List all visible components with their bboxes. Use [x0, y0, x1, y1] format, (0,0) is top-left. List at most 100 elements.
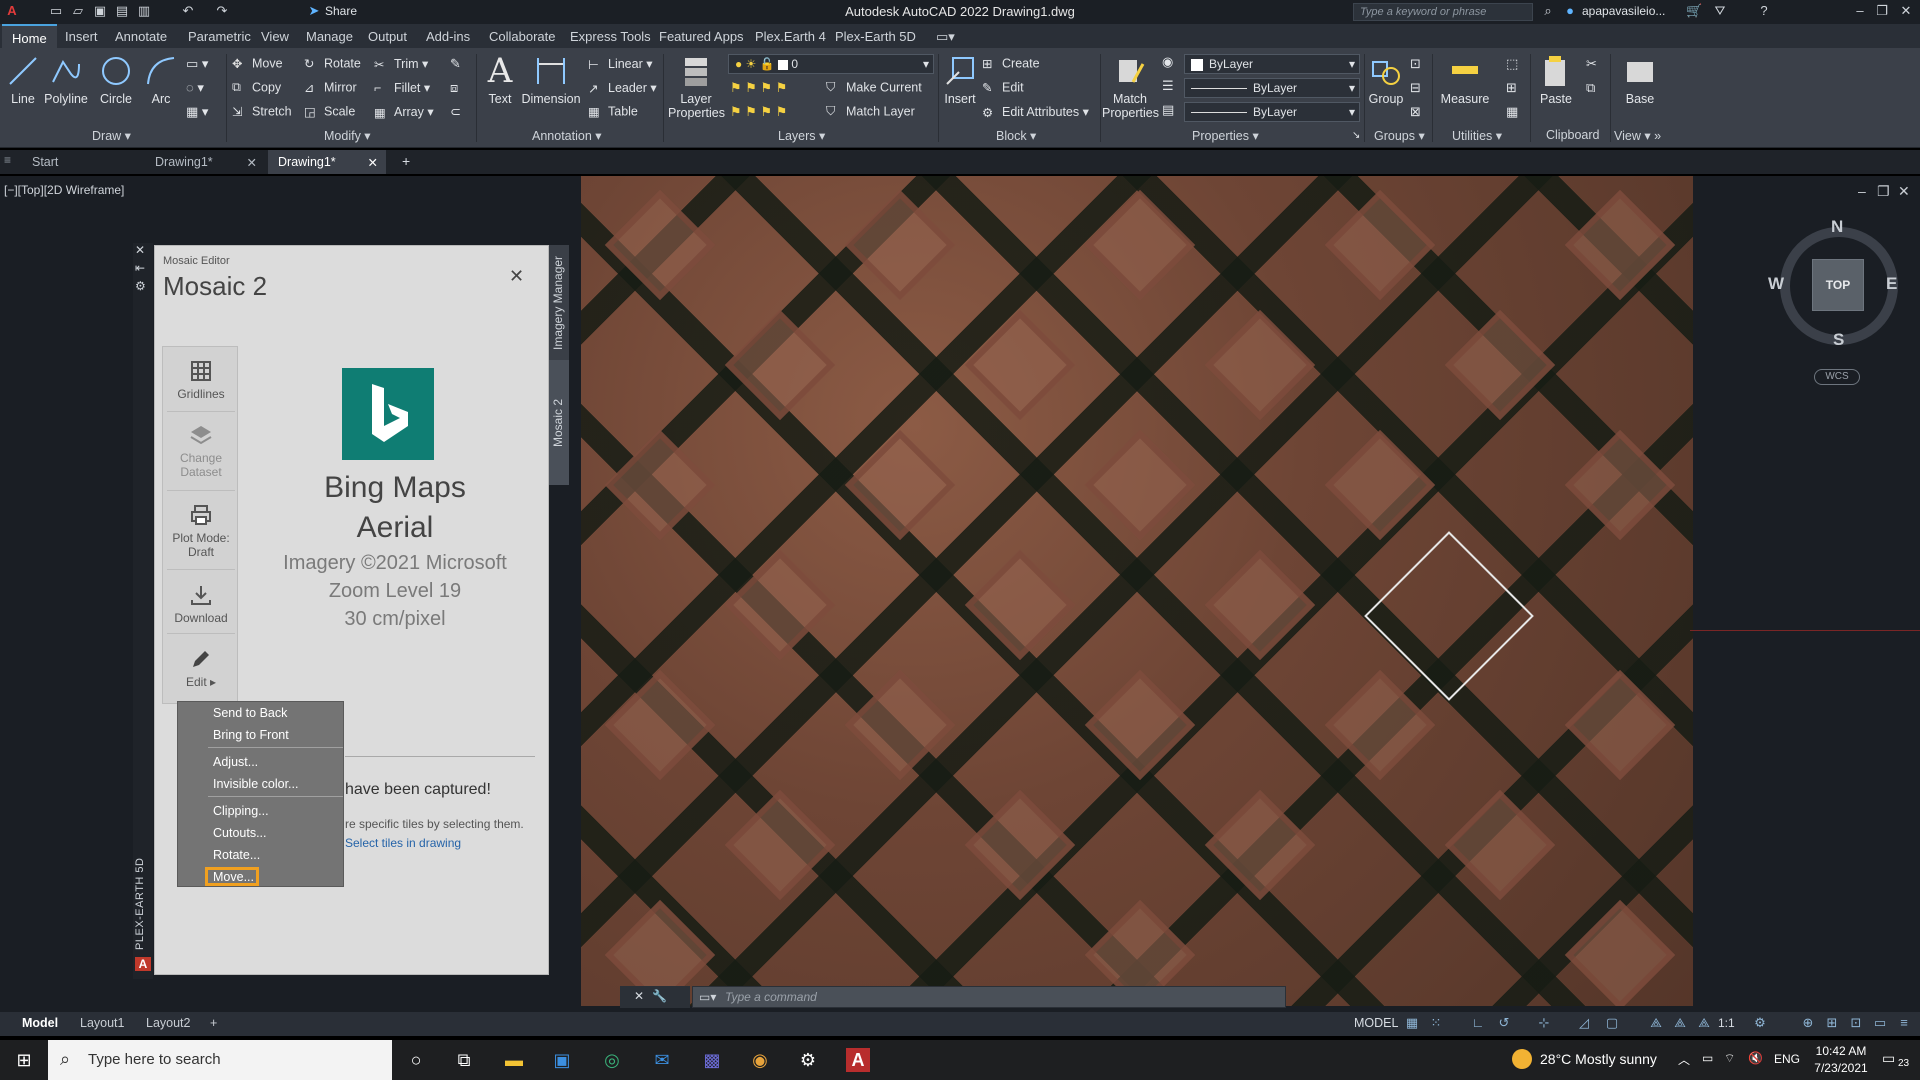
viewport-close-icon[interactable]: ✕: [1898, 183, 1910, 200]
array-button[interactable]: ▦ Array ▾: [374, 104, 434, 121]
minimize-icon[interactable]: –: [1852, 3, 1868, 19]
command-line[interactable]: ▭▾ Type a command: [692, 986, 1286, 1008]
tab-insert[interactable]: Insert: [65, 29, 98, 44]
polyline-tool[interactable]: Polyline: [42, 54, 90, 106]
region-icon[interactable]: ▦ ▾: [186, 104, 208, 120]
battery-icon[interactable]: ▭: [1702, 1051, 1713, 1065]
clean-screen-icon[interactable]: ▭: [1872, 1015, 1888, 1031]
tab-plex-earth-5d[interactable]: Plex-Earth 5D: [835, 29, 916, 44]
tab-express-tools[interactable]: Express Tools: [570, 29, 651, 44]
ortho-toggle-icon[interactable]: ∟: [1470, 1015, 1486, 1031]
customization-icon[interactable]: ≡: [1896, 1015, 1912, 1031]
color-dropdown[interactable]: ByLayer ▾: [1184, 54, 1360, 74]
tab-collaborate[interactable]: Collaborate: [489, 29, 556, 44]
isolate-objects-icon[interactable]: ⊡: [1848, 1015, 1864, 1031]
help-icon[interactable]: ?: [1756, 3, 1772, 19]
tab-drawing-b[interactable]: Drawing1* ✕: [268, 150, 386, 174]
menu-clipping[interactable]: Clipping...: [213, 804, 269, 818]
hatch-icon[interactable]: ◌ ▾: [186, 80, 204, 96]
annotation-scale-icon[interactable]: ⟁: [1696, 1015, 1712, 1031]
object-snap-icon[interactable]: ◿: [1576, 1015, 1592, 1031]
color-wheel-icon[interactable]: ◉: [1162, 54, 1173, 70]
quick-select-icon[interactable]: ⬚: [1506, 56, 1518, 72]
group-tool[interactable]: Group: [1366, 54, 1406, 106]
draw-panel-title[interactable]: Draw ▾: [92, 128, 131, 143]
menu-bring-to-front[interactable]: Bring to Front: [213, 728, 289, 742]
tabs-menu-icon[interactable]: ≡: [4, 153, 11, 167]
ribbon-options-icon[interactable]: ▭▾: [936, 29, 955, 45]
layer-properties-tool[interactable]: Layer Properties: [668, 54, 725, 120]
layer-state-icons[interactable]: ⚑ ⚑ ⚑ ⚑: [730, 80, 787, 96]
workspace-gear-icon[interactable]: ⚙: [1752, 1015, 1768, 1031]
menu-cutouts[interactable]: Cutouts...: [213, 826, 267, 840]
scale-button[interactable]: ◲ Scale: [304, 104, 355, 120]
wcs-menu[interactable]: WCS: [1814, 369, 1860, 385]
utilities-panel-title[interactable]: Utilities ▾: [1452, 128, 1502, 143]
cortana-icon[interactable]: ○: [404, 1048, 428, 1072]
change-dataset-button[interactable]: Change Dataset: [163, 423, 239, 479]
tab-start[interactable]: Start: [22, 150, 68, 174]
select-tiles-link[interactable]: Select tiles in drawing: [345, 836, 461, 850]
arc-tool[interactable]: Arc: [143, 54, 179, 106]
tab-parametric[interactable]: Parametric: [188, 29, 251, 44]
taskbar-search-input[interactable]: Type here to search: [88, 1051, 221, 1068]
match-layer-button[interactable]: ⛉ Match Layer: [826, 104, 915, 120]
rotate-button[interactable]: ↻ Rotate: [304, 56, 361, 72]
selection-cycling-icon[interactable]: ▢: [1604, 1015, 1620, 1031]
edit-block-button[interactable]: ✎ Edit: [982, 80, 1024, 96]
auto-scale-icon[interactable]: ⟁: [1672, 1015, 1688, 1031]
tab-drawing-a[interactable]: Drawing1* ✕: [145, 150, 265, 174]
fillet-button[interactable]: ⌐ Fillet ▾: [374, 80, 430, 97]
move-button[interactable]: ✥ Move: [232, 56, 283, 72]
insert-block-tool[interactable]: Insert: [942, 54, 978, 106]
linetype-icon[interactable]: ☰: [1162, 78, 1174, 94]
aerial-imagery[interactable]: [581, 176, 1693, 1006]
annotation-panel-title[interactable]: Annotation ▾: [532, 128, 602, 143]
layer-dropdown[interactable]: ● ☀ 🔓 0 ▾: [728, 54, 934, 74]
compass-south[interactable]: S: [1833, 330, 1844, 350]
viewport-minimize-icon[interactable]: –: [1858, 183, 1866, 199]
explode-icon[interactable]: ⧈: [450, 80, 458, 96]
trim-button[interactable]: ✂ Trim ▾: [374, 56, 428, 73]
copy-clip-icon[interactable]: ⧉: [1586, 80, 1595, 96]
tab-model[interactable]: Model: [22, 1016, 58, 1030]
view-panel-title[interactable]: View ▾ »: [1614, 128, 1661, 143]
palette-close-icon[interactable]: ✕: [135, 243, 145, 257]
menu-adjust[interactable]: Adjust...: [213, 755, 258, 769]
close-icon[interactable]: ✕: [509, 266, 524, 287]
compass-west[interactable]: W: [1768, 274, 1784, 294]
viewcube-top-face[interactable]: TOP: [1812, 259, 1864, 311]
command-close-icon[interactable]: ✕: [634, 989, 644, 1003]
cut-icon[interactable]: ✂: [1586, 56, 1597, 72]
layer-tools-icons[interactable]: ⚑ ⚑ ⚑ ⚑: [730, 104, 787, 120]
tab-plex-earth-4[interactable]: Plex.Earth 4: [755, 29, 826, 44]
tab-mosaic-2[interactable]: Mosaic 2: [551, 399, 565, 447]
calculator-icon[interactable]: ▦: [1506, 104, 1518, 120]
create-block-button[interactable]: ⊞ Create: [982, 56, 1040, 72]
viewport-restore-icon[interactable]: ❐: [1877, 183, 1890, 200]
offset-icon[interactable]: ⊂: [450, 104, 461, 120]
command-history-icon[interactable]: ▭▾: [699, 990, 716, 1004]
group-selection-icon[interactable]: ⊠: [1410, 104, 1421, 120]
tab-featured-apps[interactable]: Featured Apps: [659, 29, 744, 44]
leader-button[interactable]: ↗ Leader ▾: [588, 80, 657, 97]
isodraft-icon[interactable]: ⊹: [1536, 1015, 1552, 1031]
plot-mode-button[interactable]: Plot Mode: Draft: [163, 503, 239, 559]
search-icon[interactable]: ⌕: [1540, 3, 1556, 19]
weather-status[interactable]: 28°C Mostly sunny: [1540, 1051, 1657, 1067]
settings-gear-icon[interactable]: ⚙: [796, 1048, 820, 1072]
autodesk-a360-icon[interactable]: ⛛: [1712, 3, 1728, 19]
paste-tool[interactable]: Paste: [1534, 54, 1578, 106]
compass-north[interactable]: N: [1831, 217, 1843, 237]
mirror-button[interactable]: ⊿ Mirror: [304, 80, 357, 96]
dimension-tool[interactable]: Dimension: [520, 54, 582, 106]
annotation-scale-value[interactable]: 1:1: [1718, 1016, 1735, 1030]
menu-rotate[interactable]: Rotate...: [213, 848, 260, 862]
tab-imagery-manager[interactable]: Imagery Manager: [551, 256, 565, 350]
line-tool[interactable]: Line: [4, 54, 42, 106]
tab-manage[interactable]: Manage: [306, 29, 353, 44]
user-icon[interactable]: ●: [1562, 3, 1578, 19]
user-name[interactable]: apapavasileio...: [1582, 4, 1665, 18]
erase-icon[interactable]: ✎: [450, 56, 461, 72]
close-tab-icon[interactable]: ✕: [247, 155, 257, 170]
